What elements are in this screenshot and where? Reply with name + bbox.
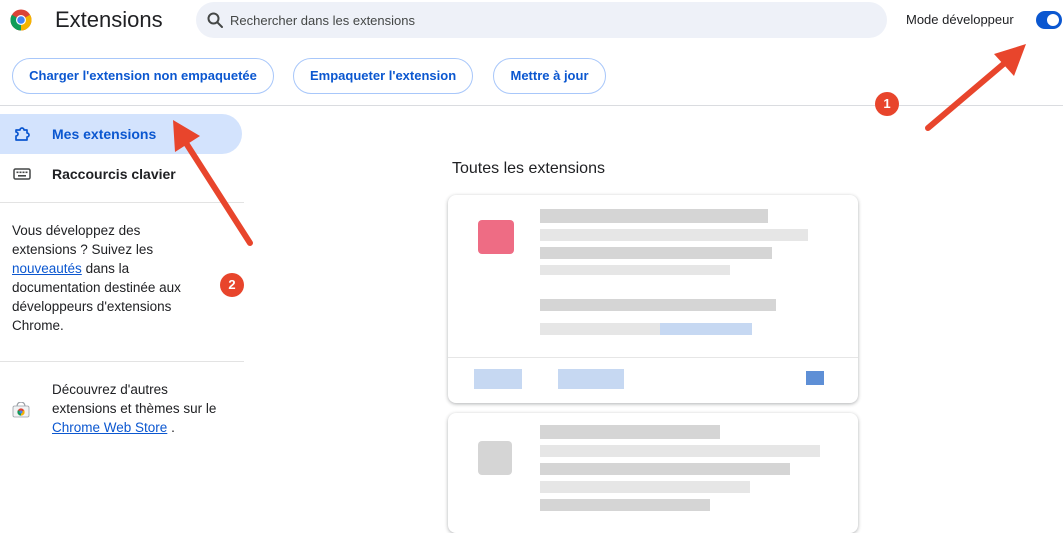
blurred-line	[540, 445, 820, 457]
blurred-extension-icon	[478, 441, 512, 475]
chrome-web-store-icon	[12, 402, 30, 418]
sidebar-item-my-extensions[interactable]: Mes extensions	[0, 114, 242, 154]
blurred-line	[540, 247, 772, 259]
store-info-before: Découvrez d'autres extensions et thèmes …	[52, 382, 217, 416]
blurred-line	[540, 481, 750, 493]
dev-mode-toggle-knob	[1047, 14, 1059, 26]
pack-extension-button[interactable]: Empaqueter l'extension	[293, 58, 473, 94]
blurred-divider	[448, 357, 858, 358]
chrome-web-store-link[interactable]: Chrome Web Store	[52, 420, 167, 435]
blurred-line	[540, 265, 730, 275]
whats-new-link[interactable]: nouveautés	[12, 261, 82, 276]
dev-mode-label: Mode développeur	[906, 12, 1014, 27]
blurred-details-button	[474, 369, 522, 389]
section-title: Toutes les extensions	[452, 160, 605, 177]
annotation-badge-2: 2	[220, 273, 244, 297]
blurred-toggle	[806, 371, 824, 385]
dev-info-before: Vous développez des extensions ? Suivez …	[12, 223, 154, 257]
dev-mode-toggle[interactable]	[1036, 11, 1062, 29]
blurred-title	[540, 209, 768, 223]
annotation-badge-1: 1	[875, 92, 899, 116]
dev-info-text: Vous développez des extensions ? Suivez …	[12, 221, 202, 335]
header: Extensions Mode développeur	[0, 0, 1063, 40]
sidebar-divider	[0, 202, 244, 203]
chrome-logo-icon	[10, 9, 32, 31]
store-info-after: .	[171, 420, 175, 435]
update-button[interactable]: Mettre à jour	[493, 58, 606, 94]
sidebar-item-label: Mes extensions	[52, 126, 157, 142]
blurred-link	[660, 323, 752, 335]
blurred-remove-button	[558, 369, 624, 389]
search-input[interactable]	[230, 2, 870, 38]
keyboard-icon	[13, 168, 31, 180]
sidebar: Mes extensions Raccourcis clavier Vous d…	[0, 106, 244, 522]
extension-card-blurred	[448, 413, 858, 533]
load-unpacked-button[interactable]: Charger l'extension non empaquetée	[12, 58, 274, 94]
blurred-title	[540, 425, 720, 439]
search-icon	[207, 12, 223, 28]
blurred-line	[540, 299, 776, 311]
blurred-line	[540, 463, 790, 475]
store-info-text: Découvrez d'autres extensions et thèmes …	[52, 380, 227, 437]
sidebar-divider	[0, 361, 244, 362]
puzzle-icon	[15, 127, 30, 141]
search-box[interactable]	[196, 2, 887, 38]
toolbar: Charger l'extension non empaquetée Empaq…	[0, 52, 1063, 106]
blurred-line	[540, 229, 808, 241]
sidebar-item-keyboard-shortcuts[interactable]: Raccourcis clavier	[0, 154, 242, 194]
sidebar-item-label: Raccourcis clavier	[52, 166, 176, 182]
blurred-line	[540, 323, 660, 335]
blurred-extension-icon	[478, 220, 514, 254]
extension-card-blurred	[448, 195, 858, 403]
blurred-line	[540, 499, 710, 511]
page-title: Extensions	[55, 7, 163, 32]
